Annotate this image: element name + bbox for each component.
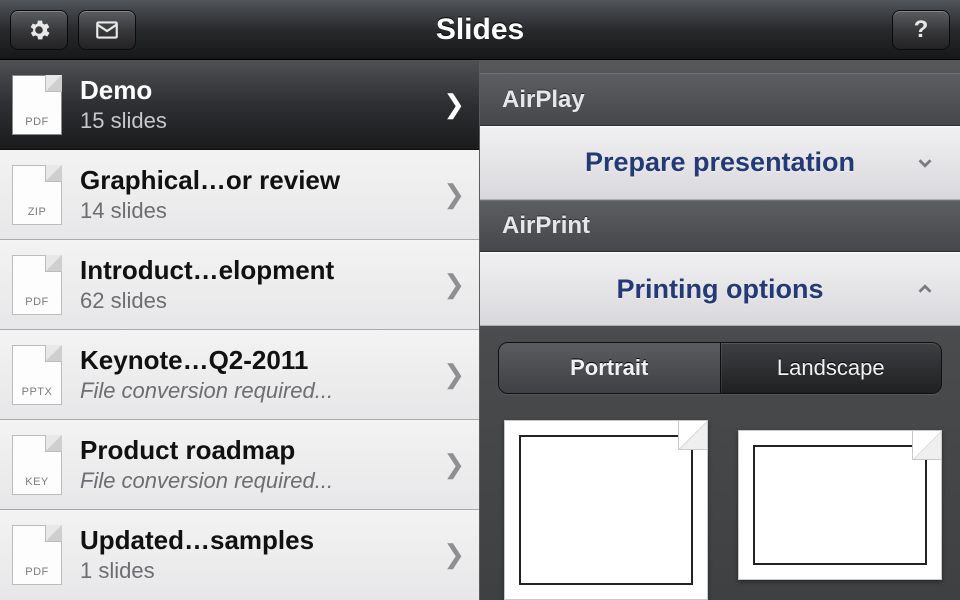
slides-list: PDF Demo 15 slides ❯ ZIP Graphical…or re…: [0, 60, 480, 600]
file-icon: PDF: [12, 525, 62, 585]
list-item-sub: 1 slides: [80, 558, 435, 584]
file-icon: PDF: [12, 255, 62, 315]
list-item[interactable]: ZIP Graphical…or review 14 slides ❯: [0, 150, 479, 240]
chevron-right-icon: ❯: [435, 89, 465, 120]
chevron-right-icon: ❯: [435, 269, 465, 300]
portrait-page-thumbnail[interactable]: [504, 420, 708, 600]
chevron-up-icon: [914, 278, 936, 300]
list-item[interactable]: PDF Demo 15 slides ❯: [0, 60, 479, 150]
envelope-icon: [94, 17, 120, 43]
list-item[interactable]: PPTX Keynote…Q2-2011 File conversion req…: [0, 330, 479, 420]
list-item-sub: 14 slides: [80, 198, 435, 224]
file-icon: KEY: [12, 435, 62, 495]
chevron-right-icon: ❯: [435, 449, 465, 480]
orientation-portrait-button[interactable]: Portrait: [499, 343, 720, 393]
list-item[interactable]: KEY Product roadmap File conversion requ…: [0, 420, 479, 510]
chevron-right-icon: ❯: [435, 359, 465, 390]
prepare-presentation-label: Prepare presentation: [585, 147, 855, 178]
printing-options-label: Printing options: [617, 274, 824, 305]
printing-options-row[interactable]: Printing options: [480, 252, 960, 326]
list-item-sub: File conversion required...: [80, 378, 435, 404]
list-item-title: Introduct…elopment: [80, 255, 435, 286]
list-item[interactable]: PDF Updated…samples 1 slides ❯: [0, 510, 479, 600]
file-icon: PPTX: [12, 345, 62, 405]
chevron-right-icon: ❯: [435, 179, 465, 210]
compose-button[interactable]: [78, 10, 136, 50]
gear-icon: [26, 17, 52, 43]
list-item-title: Product roadmap: [80, 435, 435, 466]
settings-button[interactable]: [10, 10, 68, 50]
orientation-segmented-control: Portrait Landscape: [498, 342, 942, 394]
airprint-header: AirPrint: [480, 200, 960, 253]
list-item-title: Demo: [80, 75, 435, 106]
list-item-title: Keynote…Q2-2011: [80, 345, 435, 376]
navbar: Slides ?: [0, 0, 960, 60]
list-item[interactable]: PDF Introduct…elopment 62 slides ❯: [0, 240, 479, 330]
list-item-title: Updated…samples: [80, 525, 435, 556]
print-options-area: Portrait Landscape: [480, 326, 960, 600]
list-item-sub: 15 slides: [80, 108, 435, 134]
list-item-sub: 62 slides: [80, 288, 435, 314]
orientation-landscape-button[interactable]: Landscape: [720, 343, 942, 393]
file-icon: PDF: [12, 75, 62, 135]
airplay-header: AirPlay: [480, 73, 960, 126]
landscape-page-thumbnail[interactable]: [738, 430, 942, 580]
prepare-presentation-row[interactable]: Prepare presentation: [480, 126, 960, 200]
help-button[interactable]: ?: [892, 10, 950, 50]
list-item-title: Graphical…or review: [80, 165, 435, 196]
help-icon: ?: [914, 16, 929, 44]
detail-panel: AirPlay Prepare presentation AirPrint Pr…: [480, 60, 960, 600]
chevron-right-icon: ❯: [435, 539, 465, 570]
page-title: Slides: [0, 13, 960, 47]
file-icon: ZIP: [12, 165, 62, 225]
list-item-sub: File conversion required...: [80, 468, 435, 494]
chevron-down-icon: [914, 152, 936, 174]
